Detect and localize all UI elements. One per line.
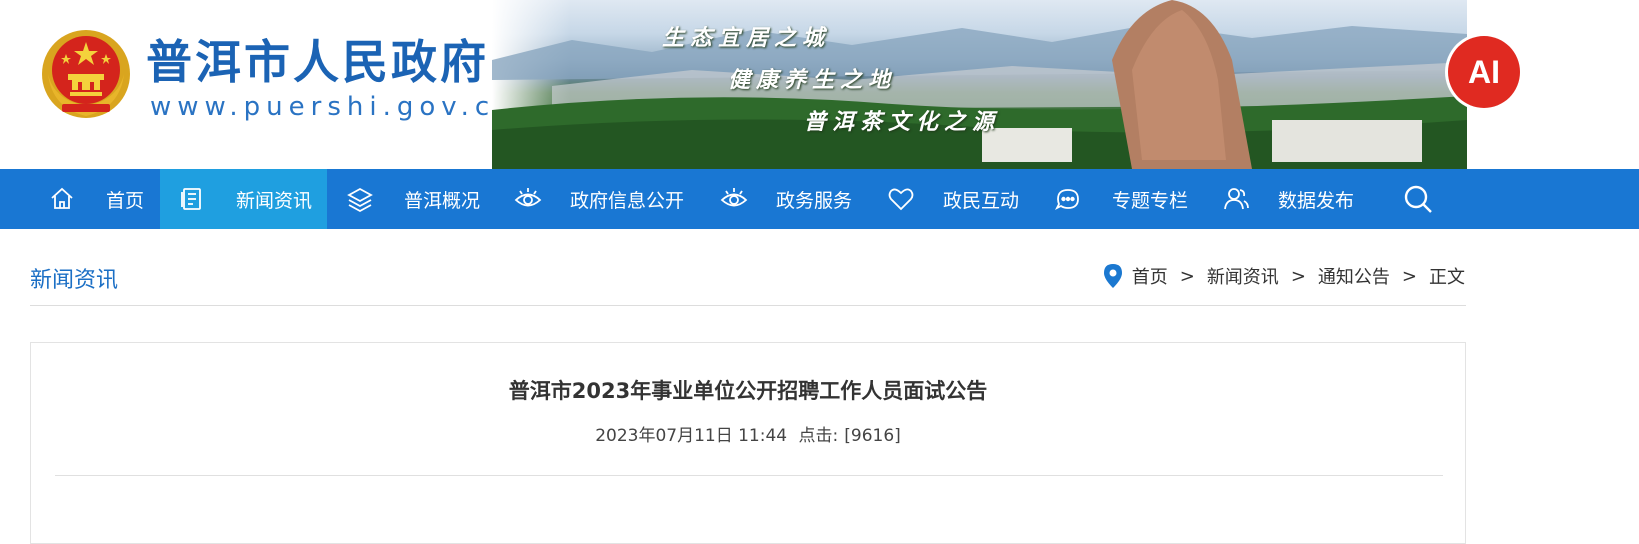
breadcrumb-notices[interactable]: 通知公告	[1318, 263, 1390, 289]
article-panel: 普洱市2023年事业单位公开招聘工作人员面试公告 2023年07月11日 11:…	[30, 342, 1466, 544]
breadcrumb-separator: >	[1290, 265, 1306, 287]
nav-label: 政民互动	[943, 189, 1020, 212]
breadcrumb-current: 正文	[1429, 267, 1465, 288]
landscape-image	[492, 0, 1467, 169]
section-title: 新闻资讯	[30, 268, 119, 293]
nav-item-home[interactable]: 首页	[48, 169, 144, 229]
eye-icon	[514, 188, 542, 207]
breadcrumb-separator: >	[1401, 265, 1417, 287]
banner-photo: 生态宜居之城 健康养生之地 普洱茶文化之源	[492, 0, 1467, 169]
section-divider	[30, 305, 1466, 306]
nav-label: 普洱概况	[404, 189, 481, 212]
search-icon[interactable]	[1402, 183, 1434, 215]
article-meta: 2023年07月11日 11:44 点击: [9616]	[31, 421, 1465, 446]
banner-slogan: 健康养生之地	[728, 67, 897, 93]
site-url: www.puershi.gov.cn	[150, 92, 518, 122]
site-banner: 普洱市人民政府 www.puershi.gov.cn 生态宜居之城 健康养生之地…	[0, 0, 1639, 169]
article-divider	[55, 475, 1443, 476]
article-title: 普洱市2023年事业单位公开招聘工作人员面试公告	[508, 379, 988, 403]
news-icon	[181, 188, 201, 210]
nav-item-overview[interactable]: 普洱概况	[346, 169, 480, 229]
users-icon	[1224, 188, 1249, 210]
nav-label: 政务服务	[776, 189, 853, 212]
layers-icon	[347, 187, 373, 213]
breadcrumb-news[interactable]: 新闻资讯	[1207, 263, 1279, 289]
breadcrumb: 首页 > 新闻资讯 > 通知公告 > 正文	[1102, 263, 1465, 289]
banner-slogan: 生态宜居之城	[662, 25, 831, 51]
nav-item-services[interactable]: 政务服务	[720, 169, 852, 229]
nav-label: 首页	[106, 189, 145, 212]
eye-icon	[720, 188, 748, 207]
nav-item-news[interactable]: 新闻资讯	[160, 169, 327, 229]
clicks-count: [9616]	[844, 426, 901, 446]
national-emblem-icon	[42, 30, 130, 118]
banner-slogan: 普洱茶文化之源	[804, 109, 1001, 135]
nav-label: 专题专栏	[1112, 189, 1189, 212]
nav-item-data[interactable]: 数据发布	[1222, 169, 1354, 229]
breadcrumb-separator: >	[1179, 265, 1195, 287]
nav-label: 新闻资讯	[236, 189, 313, 212]
nav-item-special[interactable]: 专题专栏	[1054, 169, 1188, 229]
nav-item-gov-info[interactable]: 政府信息公开	[514, 169, 684, 229]
ai-assistant-button[interactable]: AI	[1448, 36, 1520, 108]
main-nav: 首页 新闻资讯 普洱概况 政府信息公开 政务服务 政民互动 专题专栏 数据发布	[0, 169, 1639, 229]
heart-icon	[888, 188, 914, 211]
location-pin-icon	[1103, 264, 1122, 288]
nav-item-interaction[interactable]: 政民互动	[887, 169, 1019, 229]
article-date: 2023年07月11日 11:44	[595, 426, 788, 446]
chat-icon	[1054, 189, 1079, 211]
nav-label: 数据发布	[1278, 189, 1355, 212]
nav-label: 政府信息公开	[570, 189, 685, 212]
site-title[interactable]: 普洱市人民政府	[146, 26, 489, 92]
home-icon	[51, 187, 73, 209]
clicks-label: 点击:	[798, 426, 839, 446]
breadcrumb-home[interactable]: 首页	[1132, 263, 1168, 289]
